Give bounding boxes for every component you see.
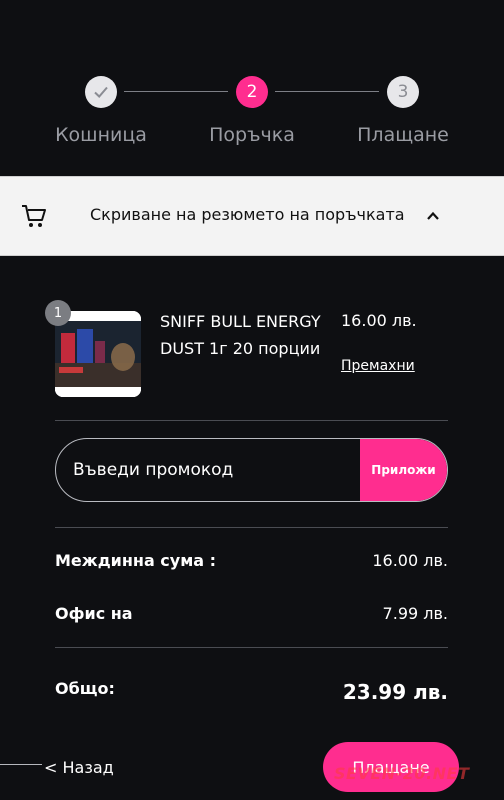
step-3-circle: 3 (387, 76, 419, 108)
step-label-cart[interactable]: Кошница (55, 124, 147, 146)
watermark: SEVEN-20.NET (334, 764, 470, 783)
product-name[interactable]: SNIFF BULL ENERGY DUST 1г 20 порции (160, 308, 330, 362)
checkout-stepper: 2 3 Кошница Поръчка Плащане (0, 76, 504, 156)
back-divider (0, 764, 42, 765)
total-value: 23.99 лв. (342, 680, 448, 704)
step-connector (275, 91, 379, 92)
order-summary-label: Скриване на резюмето на поръчката (90, 205, 405, 224)
check-icon (94, 86, 108, 98)
product-price: 16.00 лв. (341, 311, 417, 330)
divider (55, 527, 448, 528)
promo-code-input[interactable] (56, 439, 361, 501)
subtotal-value: 16.00 лв. (372, 551, 448, 570)
total-label: Общо: (55, 679, 115, 698)
apply-promo-button[interactable]: Приложи (360, 439, 447, 501)
promo-code-form: Приложи (55, 438, 448, 502)
quantity-badge: 1 (45, 300, 71, 326)
chevron-up-icon (427, 211, 439, 220)
cart-line-item: 1 SNIFF BULL ENERGY DUST 1г 20 порции 16… (0, 300, 504, 410)
divider (55, 420, 448, 421)
remove-item-link[interactable]: Премахни (341, 358, 415, 374)
shipping-value: 7.99 лв. (382, 604, 448, 623)
step-label-payment: Плащане (357, 124, 449, 146)
step-connector (124, 91, 228, 92)
order-summary-toggle[interactable]: Скриване на резюмето на поръчката (0, 176, 504, 256)
step-label-order: Поръчка (209, 124, 295, 146)
back-link[interactable]: < Назад (44, 758, 114, 777)
step-2-circle: 2 (236, 76, 268, 108)
cart-icon (22, 205, 46, 227)
divider (55, 647, 448, 648)
subtotal-label: Междинна сума : (55, 551, 217, 570)
product-thumbnail (55, 311, 141, 397)
step-1-circle[interactable] (85, 76, 117, 108)
shipping-label: Офис на (55, 604, 133, 623)
